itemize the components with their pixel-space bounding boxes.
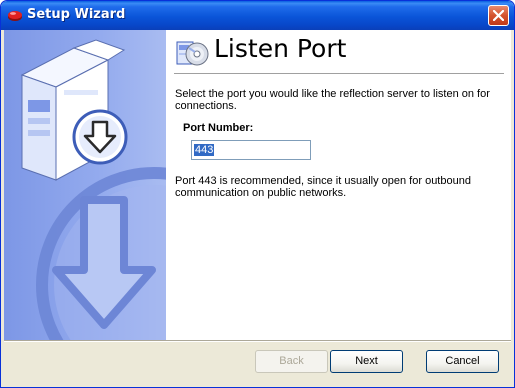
port-recommendation-note: Port 443 is recommended, since it usuall… xyxy=(175,175,471,199)
setup-cd-icon xyxy=(176,41,209,66)
page-title: Listen Port xyxy=(214,34,347,63)
setup-wizard-window: Setup Wizard Listen Port Select the port… xyxy=(0,0,515,388)
port-number-label: Port Number: xyxy=(183,122,254,134)
window-title: Setup Wizard xyxy=(27,7,126,22)
back-button[interactable]: Back xyxy=(255,350,328,373)
cancel-button[interactable]: Cancel xyxy=(426,350,499,373)
close-icon xyxy=(493,10,504,21)
heading-divider xyxy=(174,73,504,74)
port-number-value[interactable]: 443 xyxy=(194,144,215,156)
title-bar[interactable]: Setup Wizard xyxy=(1,1,514,30)
next-button[interactable]: Next xyxy=(330,350,403,373)
close-button[interactable] xyxy=(488,5,509,26)
wizard-side-banner xyxy=(4,30,166,340)
page-description: Select the port you would like the refle… xyxy=(175,88,490,112)
app-icon xyxy=(8,11,22,21)
install-box-illustration xyxy=(20,39,166,340)
wizard-body: Listen Port Select the port you would li… xyxy=(4,30,511,384)
footer-divider-highlight xyxy=(4,341,511,342)
wizard-content: Listen Port Select the port you would li… xyxy=(166,30,511,340)
